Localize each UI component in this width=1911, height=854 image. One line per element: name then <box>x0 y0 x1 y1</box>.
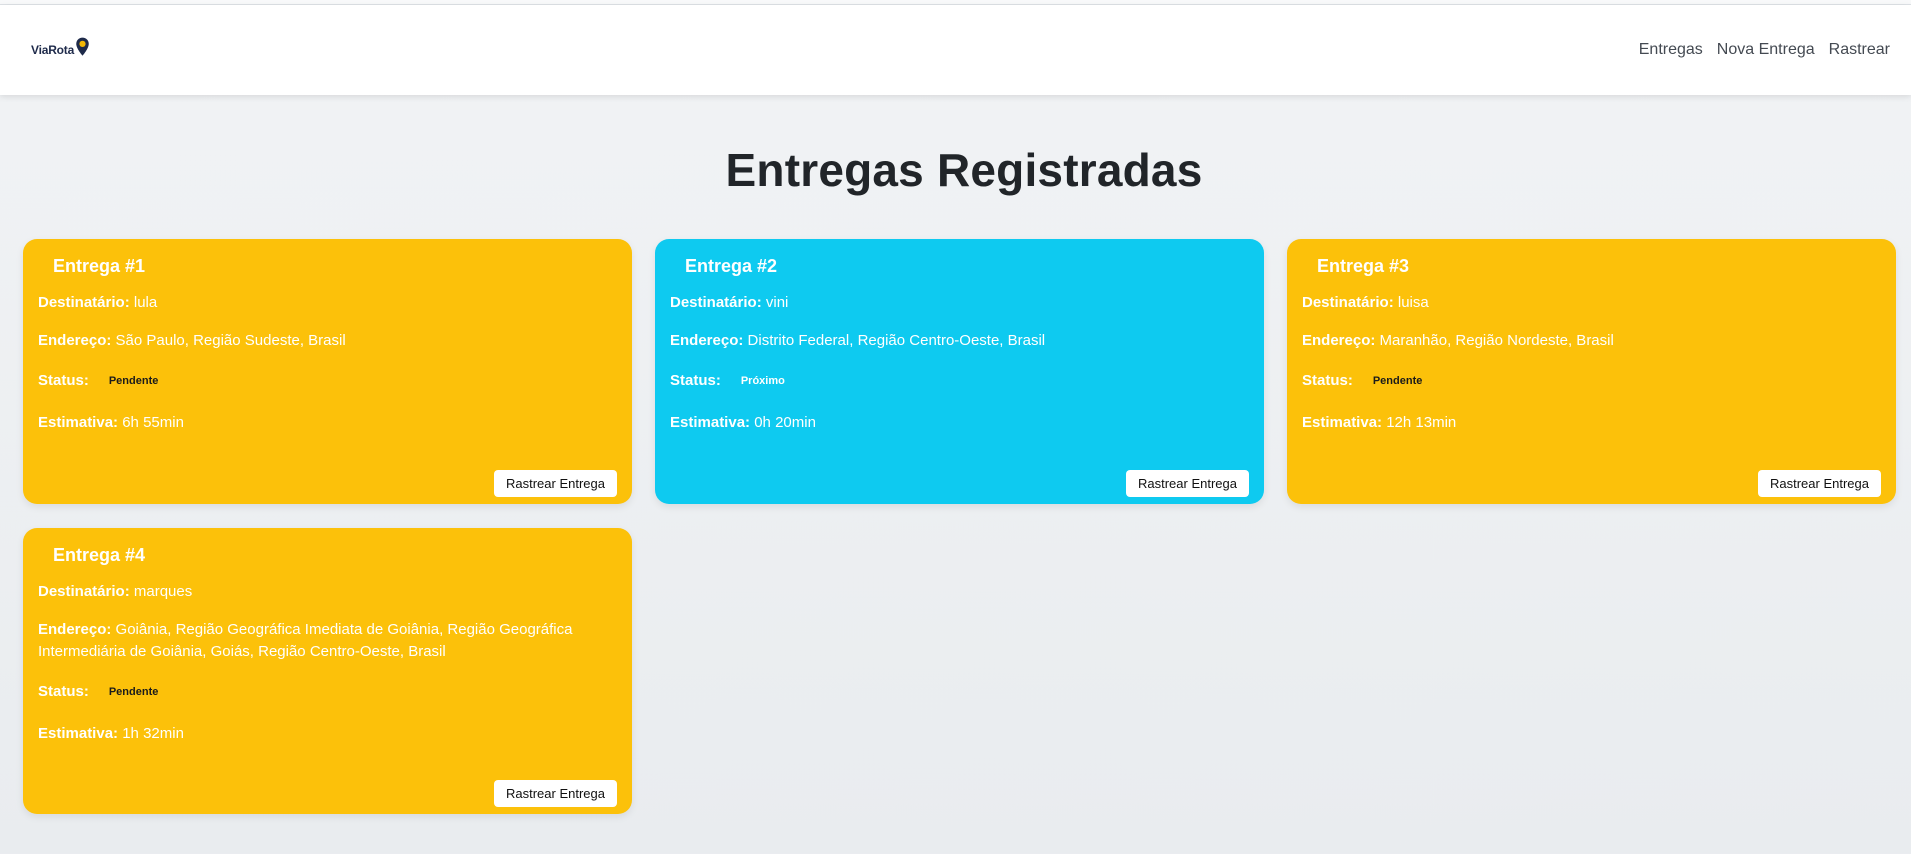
recipient-value: vini <box>765 294 789 311</box>
address-row: Endereço: Distrito Federal, Região Centr… <box>670 330 1249 352</box>
nav-link-nova-entrega[interactable]: Nova Entrega <box>1710 41 1822 59</box>
brand-name: ViaRota <box>31 43 75 57</box>
status-row: Status: Pendente <box>38 368 617 394</box>
recipient-row: Destinatário: marques <box>38 581 617 603</box>
recipient-row: Destinatário: lula <box>38 292 617 314</box>
estimate-row: Estimativa: 12h 13min <box>1302 412 1881 434</box>
card-title: Entrega #4 <box>53 545 146 565</box>
navbar: ViaRota Entregas Nova Entrega Rastrear <box>0 5 1911 95</box>
brand-logo[interactable]: ViaRota <box>31 37 90 57</box>
delivery-card: Entrega #3 Destinatário: luisa Endereço:… <box>1287 239 1896 504</box>
address-label: Endereço: <box>1302 332 1376 349</box>
recipient-value: luisa <box>1397 294 1429 311</box>
estimate-row: Estimativa: 0h 20min <box>670 412 1249 434</box>
estimate-label: Estimativa: <box>1302 414 1383 431</box>
track-delivery-button[interactable]: Rastrear Entrega <box>494 470 617 497</box>
page-title: Entregas Registradas <box>725 144 1203 196</box>
estimate-value: 1h 32min <box>122 725 184 742</box>
address-row: Endereço: São Paulo, Região Sudeste, Bra… <box>38 330 617 352</box>
recipient-label: Destinatário: <box>1302 294 1394 311</box>
delivery-card: Entrega #2 Destinatário: vini Endereço: … <box>655 239 1264 504</box>
address-label: Endereço: <box>670 332 744 349</box>
address-row: Endereço: Goiânia, Região Geográfica Ime… <box>38 619 617 663</box>
estimate-row: Estimativa: 1h 32min <box>38 723 617 745</box>
track-delivery-button[interactable]: Rastrear Entrega <box>1758 470 1881 497</box>
status-row: Status: Pendente <box>38 679 617 705</box>
status-badge: Pendente <box>1372 375 1423 387</box>
status-row: Status: Pendente <box>1302 368 1881 394</box>
status-badge: Próximo <box>740 375 785 387</box>
delivery-card: Entrega #4 Destinatário: marques Endereç… <box>23 528 632 814</box>
address-value: São Paulo, Região Sudeste, Brasil <box>115 332 346 349</box>
estimate-label: Estimativa: <box>38 725 119 742</box>
address-value: Goiânia, Região Geográfica Imediata de G… <box>38 621 573 660</box>
recipient-label: Destinatário: <box>38 583 130 600</box>
status-label: Status: <box>1302 372 1353 389</box>
deliveries-grid: Entrega #1 Destinatário: lula Endereço: … <box>23 239 1896 814</box>
address-value: Maranhão, Região Nordeste, Brasil <box>1379 332 1614 349</box>
recipient-value: marques <box>133 583 193 600</box>
estimate-label: Estimativa: <box>38 414 119 431</box>
status-label: Status: <box>670 372 721 389</box>
estimate-row: Estimativa: 6h 55min <box>38 412 617 434</box>
estimate-label: Estimativa: <box>670 414 751 431</box>
recipient-row: Destinatário: vini <box>670 292 1249 314</box>
status-label: Status: <box>38 683 89 700</box>
recipient-value: lula <box>133 294 158 311</box>
recipient-label: Destinatário: <box>670 294 762 311</box>
recipient-label: Destinatário: <box>38 294 130 311</box>
status-badge: Pendente <box>108 686 159 698</box>
address-label: Endereço: <box>38 332 112 349</box>
recipient-row: Destinatário: luisa <box>1302 292 1881 314</box>
status-row: Status: Próximo <box>670 368 1249 394</box>
estimate-value: 6h 55min <box>122 414 184 431</box>
track-delivery-button[interactable]: Rastrear Entrega <box>1126 470 1249 497</box>
estimate-value: 0h 20min <box>754 414 816 431</box>
map-pin-icon <box>76 37 89 56</box>
track-delivery-button[interactable]: Rastrear Entrega <box>494 780 617 807</box>
status-label: Status: <box>38 372 89 389</box>
address-label: Endereço: <box>38 621 112 638</box>
nav-links: Entregas Nova Entrega Rastrear <box>1632 41 1897 59</box>
card-title: Entrega #1 <box>53 256 146 276</box>
address-row: Endereço: Maranhão, Região Nordeste, Bra… <box>1302 330 1881 352</box>
address-value: Distrito Federal, Região Centro-Oeste, B… <box>747 332 1046 349</box>
nav-link-rastrear[interactable]: Rastrear <box>1822 41 1897 59</box>
delivery-card: Entrega #1 Destinatário: lula Endereço: … <box>23 239 632 504</box>
card-title: Entrega #2 <box>685 256 778 276</box>
estimate-value: 12h 13min <box>1386 414 1457 431</box>
status-badge: Pendente <box>108 375 159 387</box>
card-title: Entrega #3 <box>1317 256 1410 276</box>
nav-link-entregas[interactable]: Entregas <box>1632 41 1710 59</box>
